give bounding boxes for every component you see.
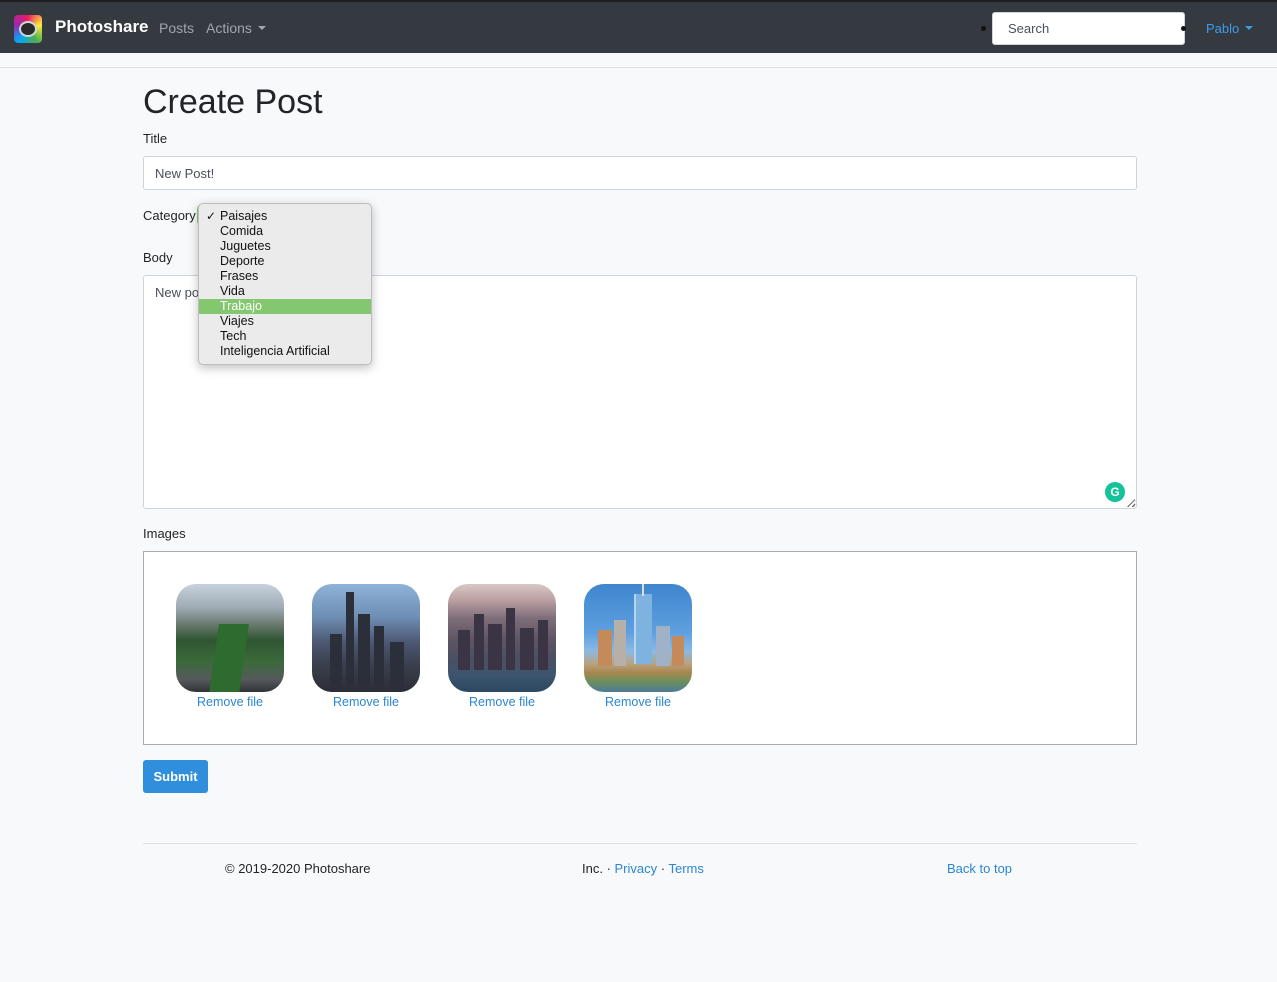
chevron-down-icon [1245, 26, 1254, 30]
search-handle-left [981, 26, 986, 31]
image-thumbnail [312, 584, 420, 692]
terms-link[interactable]: Terms [668, 861, 703, 876]
nav-actions-label: Actions [206, 20, 252, 36]
submit-button[interactable]: Submit [143, 760, 208, 793]
image-thumbnail [176, 584, 284, 692]
footer-links: Inc. · Privacy · Terms [582, 861, 704, 876]
back-to-top-link[interactable]: Back to top [947, 861, 1012, 876]
category-option[interactable]: Deporte [199, 254, 371, 269]
category-dropdown-menu: ✓ Paisajes Comida Juguetes Deporte Frases… [198, 203, 372, 365]
remove-file-link[interactable]: Remove file [584, 695, 692, 709]
category-option[interactable]: Inteligencia Artificial [199, 344, 371, 359]
nav-posts-link[interactable]: Posts [159, 20, 194, 36]
nav-actions-dropdown[interactable]: Actions [206, 20, 266, 36]
chevron-down-icon [257, 26, 266, 30]
search-input[interactable] [992, 12, 1185, 45]
privacy-link[interactable]: Privacy [615, 861, 658, 876]
user-name: Pablo [1206, 21, 1240, 36]
title-label: Title [143, 131, 168, 146]
image-dropzone[interactable]: Remove file Remove file Remove file Remo… [143, 551, 1137, 745]
category-option[interactable]: Comida [199, 224, 371, 239]
body-label: Body [143, 250, 173, 265]
footer-separator: · [657, 861, 669, 876]
image-preview: Remove file [312, 584, 420, 709]
category-option[interactable]: ✓ Paisajes [199, 209, 371, 224]
header-divider [0, 67, 1277, 68]
photoshare-logo-icon[interactable] [14, 15, 42, 43]
remove-file-link[interactable]: Remove file [448, 695, 556, 709]
grammarly-icon[interactable]: G [1105, 482, 1125, 502]
category-option[interactable]: Juguetes [199, 239, 371, 254]
category-option-highlighted[interactable]: Trabajo [199, 299, 371, 314]
category-label: Category [143, 208, 196, 223]
title-input[interactable] [143, 156, 1137, 190]
image-preview: Remove file [176, 584, 284, 709]
image-preview: Remove file [584, 584, 692, 709]
brand-name[interactable]: Photoshare [55, 17, 149, 37]
footer-inc: Inc. · [582, 861, 615, 876]
page-title: Create Post [143, 83, 323, 121]
footer-copyright: © 2019-2020 Photoshare [225, 861, 371, 876]
category-option[interactable]: Vida [199, 284, 371, 299]
checkmark-icon: ✓ [206, 209, 217, 223]
image-preview: Remove file [448, 584, 556, 709]
remove-file-link[interactable]: Remove file [312, 695, 420, 709]
images-label: Images [143, 526, 186, 541]
category-option[interactable]: Tech [199, 329, 371, 344]
image-thumbnail [448, 584, 556, 692]
footer-divider [143, 843, 1137, 844]
remove-file-link[interactable]: Remove file [176, 695, 284, 709]
category-option[interactable]: Frases [199, 269, 371, 284]
user-menu[interactable]: Pablo [1206, 21, 1254, 36]
category-option[interactable]: Viajes [199, 314, 371, 329]
image-thumbnail [584, 584, 692, 692]
search-handle-right [1181, 26, 1186, 31]
navbar: Photoshare Posts Actions Pablo [0, 0, 1277, 53]
